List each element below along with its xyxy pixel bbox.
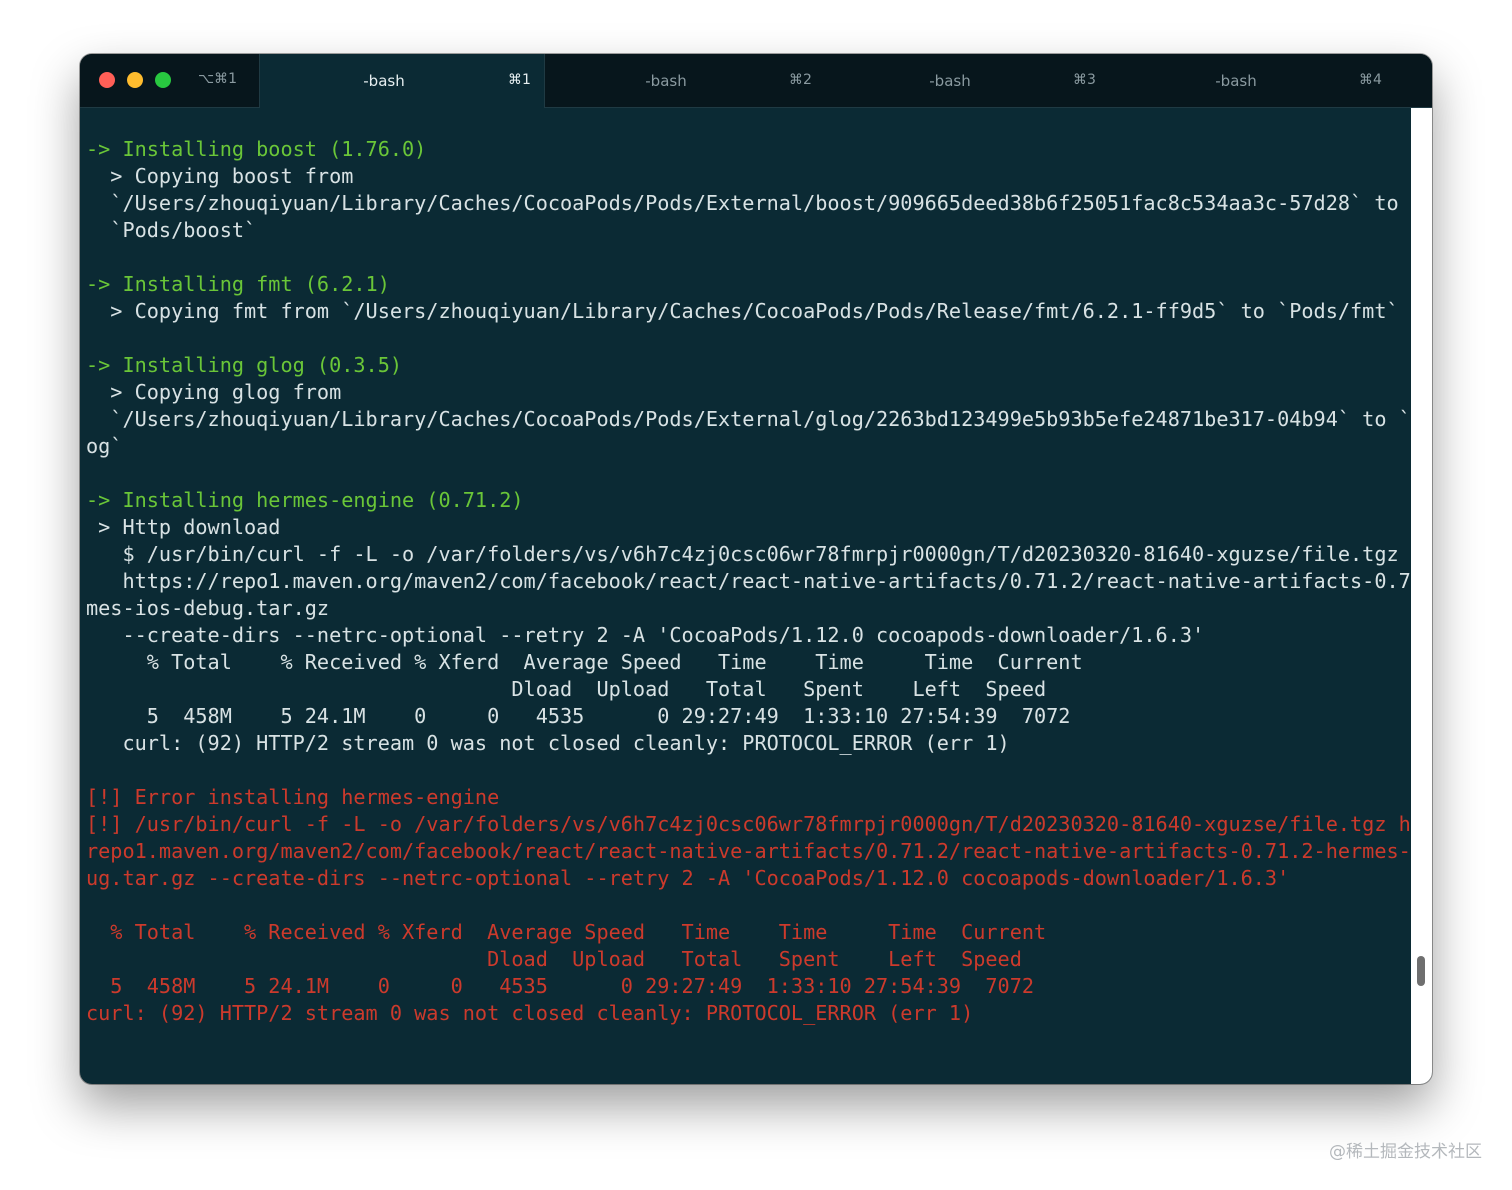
terminal-line: > Http download	[86, 515, 281, 539]
tab-label: -bash	[645, 72, 687, 90]
terminal-line: mes-ios-debug.tar.gz	[86, 596, 330, 620]
tab-shortcut: ⌘2	[789, 72, 812, 88]
close-window-button[interactable]	[99, 72, 115, 88]
terminal-line: -> Installing hermes-engine (0.71.2)	[86, 488, 524, 512]
terminal-line: --create-dirs --netrc-optional --retry 2…	[86, 623, 1205, 647]
scrollbar-thumb[interactable]	[1417, 956, 1425, 986]
terminal-line: `/Users/zhouqiyuan/Library/Caches/CocoaP…	[86, 191, 1399, 215]
minimize-window-button[interactable]	[127, 72, 143, 88]
watermark-text: @稀土掘金技术社区	[1329, 1142, 1482, 1162]
tab-shortcut: ⌘3	[1073, 72, 1096, 88]
terminal-line: [!] /usr/bin/curl -f -L -o /var/folders/…	[86, 812, 1432, 836]
tab-bash-3[interactable]: -bash ⌘3	[828, 54, 1112, 107]
tab-shortcut: ⌘1	[508, 72, 531, 88]
terminal-output[interactable]: -> Installing boost (1.76.0) > Copying b…	[86, 136, 1432, 1027]
tab-label: -bash	[1215, 72, 1257, 90]
window-shortcut-label: ⌥⌘1	[198, 71, 238, 87]
tab-label: -bash	[929, 72, 971, 90]
terminal-line: -> Installing fmt (6.2.1)	[86, 272, 390, 296]
tab-shortcut: ⌘4	[1359, 72, 1382, 88]
tab-label: -bash	[363, 72, 405, 90]
terminal-line: > Copying boost from	[86, 164, 354, 188]
terminal-line: > Copying glog from	[86, 380, 342, 404]
zoom-window-button[interactable]	[155, 72, 171, 88]
terminal-line: $ /usr/bin/curl -f -L -o /var/folders/vs…	[86, 542, 1399, 566]
scrollbar-track[interactable]	[1411, 108, 1432, 1084]
terminal-line: % Total % Received % Xferd Average Speed…	[86, 920, 1047, 944]
terminal-line: Dload Upload Total Spent Left Speed	[86, 947, 1022, 971]
terminal-line: `/Users/zhouqiyuan/Library/Caches/CocoaP…	[86, 407, 1432, 431]
terminal-line: `Pods/boost`	[86, 218, 257, 242]
terminal-line: [!] Error installing hermes-engine	[86, 785, 500, 809]
terminal-line: curl: (92) HTTP/2 stream 0 was not close…	[86, 731, 1010, 755]
tab-bash-4[interactable]: -bash ⌘4	[1112, 54, 1412, 107]
tab-bash-1[interactable]: -bash ⌘1	[259, 54, 545, 108]
terminal-line: curl: (92) HTTP/2 stream 0 was not close…	[86, 1001, 974, 1025]
terminal-line: https://repo1.maven.org/maven2/com/faceb…	[86, 569, 1432, 593]
terminal-line: -> Installing glog (0.3.5)	[86, 353, 403, 377]
terminal-line: -> Installing boost (1.76.0)	[86, 137, 427, 161]
terminal-line: ug.tar.gz --create-dirs --netrc-optional…	[86, 866, 1290, 890]
terminal-window: ⌥⌘1 -bash ⌘1 -bash ⌘2 -bash ⌘3 -bash ⌘4 …	[80, 54, 1432, 1084]
terminal-line: Dload Upload Total Spent Left Speed	[86, 677, 1047, 701]
terminal-line: og`	[86, 434, 123, 458]
terminal-line: > Copying fmt from `/Users/zhouqiyuan/Li…	[86, 299, 1399, 323]
terminal-line: 5 458M 5 24.1M 0 0 4535 0 29:27:49 1:33:…	[86, 704, 1071, 728]
terminal-line: repo1.maven.org/maven2/com/facebook/reac…	[86, 839, 1432, 863]
terminal-line: 5 458M 5 24.1M 0 0 4535 0 29:27:49 1:33:…	[86, 974, 1035, 998]
terminal-line: % Total % Received % Xferd Average Speed…	[86, 650, 1083, 674]
title-bar: ⌥⌘1 -bash ⌘1 -bash ⌘2 -bash ⌘3 -bash ⌘4	[80, 54, 1432, 108]
tab-bash-2[interactable]: -bash ⌘2	[544, 54, 828, 107]
